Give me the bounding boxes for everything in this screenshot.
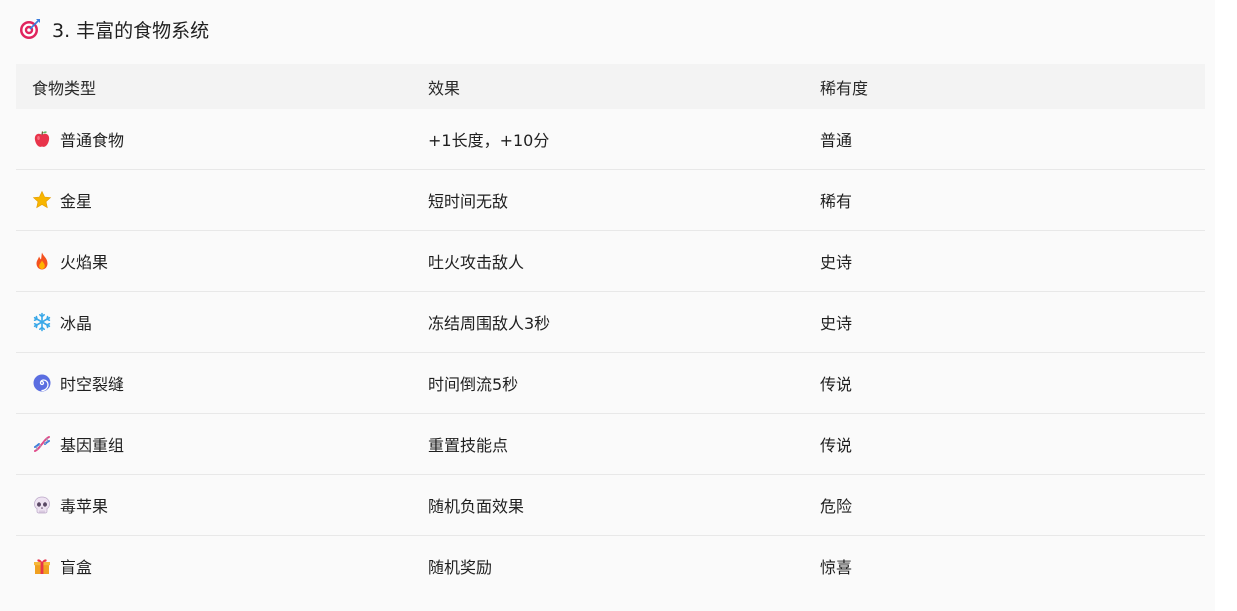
food-name: 金星 xyxy=(60,192,93,211)
food-table: 食物类型 效果 稀有度 普通食物 +1长度，+10分 普通 金星 短时间无敌 稀… xyxy=(16,64,1205,596)
food-type-cell: 盲盒 xyxy=(16,554,412,578)
gift-icon xyxy=(32,556,52,576)
food-type-cell: 金星 xyxy=(16,188,412,212)
dna-icon xyxy=(32,434,52,454)
food-name: 毒苹果 xyxy=(60,497,109,516)
effect-cell: 随机奖励 xyxy=(428,558,493,577)
table-row: 基因重组 重置技能点 传说 xyxy=(16,414,1205,475)
effect-cell: 吐火攻击敌人 xyxy=(428,253,525,272)
food-name: 基因重组 xyxy=(60,436,125,455)
food-type-cell: 冰晶 xyxy=(16,310,412,334)
table-row: 毒苹果 随机负面效果 危险 xyxy=(16,475,1205,536)
page-margin xyxy=(1215,0,1237,611)
header-effect: 效果 xyxy=(428,78,461,98)
food-type-cell: 毒苹果 xyxy=(16,493,412,517)
cyclone-icon xyxy=(32,373,52,393)
snowflake-icon xyxy=(32,312,52,332)
header-rarity: 稀有度 xyxy=(820,78,869,98)
table-row: 冰晶 冻结周围敌人3秒 史诗 xyxy=(16,292,1205,353)
table-row: 盲盒 随机奖励 惊喜 xyxy=(16,536,1205,596)
rarity-cell: 传说 xyxy=(820,436,853,455)
food-name: 普通食物 xyxy=(60,131,125,150)
fire-icon xyxy=(32,251,52,271)
rarity-cell: 史诗 xyxy=(820,253,853,272)
apple-icon xyxy=(32,129,52,149)
target-icon xyxy=(19,18,41,40)
effect-cell: 短时间无敌 xyxy=(428,192,509,211)
effect-cell: +1长度，+10分 xyxy=(428,131,550,150)
table-row: 普通食物 +1长度，+10分 普通 xyxy=(16,109,1205,170)
rarity-cell: 稀有 xyxy=(820,192,853,211)
effect-cell: 冻结周围敌人3秒 xyxy=(428,314,551,333)
effect-cell: 重置技能点 xyxy=(428,436,509,455)
table-row: 时空裂缝 时间倒流5秒 传说 xyxy=(16,353,1205,414)
food-type-cell: 火焰果 xyxy=(16,249,412,273)
food-type-cell: 普通食物 xyxy=(16,127,412,151)
table-header: 食物类型 效果 稀有度 xyxy=(16,64,1205,109)
food-type-cell: 基因重组 xyxy=(16,432,412,456)
rarity-cell: 普通 xyxy=(820,131,853,150)
rarity-cell: 史诗 xyxy=(820,314,853,333)
food-name: 火焰果 xyxy=(60,253,109,272)
food-name: 盲盒 xyxy=(60,558,93,577)
rarity-cell: 传说 xyxy=(820,375,853,394)
section-heading: 3. 丰富的食物系统 xyxy=(19,16,209,42)
skull-icon xyxy=(32,495,52,515)
food-type-cell: 时空裂缝 xyxy=(16,371,412,395)
table-row: 火焰果 吐火攻击敌人 史诗 xyxy=(16,231,1205,292)
section-title: 3. 丰富的食物系统 xyxy=(52,19,210,42)
food-name: 冰晶 xyxy=(60,314,93,333)
food-name: 时空裂缝 xyxy=(60,375,125,394)
table-row: 金星 短时间无敌 稀有 xyxy=(16,170,1205,231)
rarity-cell: 危险 xyxy=(820,497,853,516)
effect-cell: 随机负面效果 xyxy=(428,497,525,516)
star-icon xyxy=(32,190,52,210)
header-food-type: 食物类型 xyxy=(32,78,97,98)
rarity-cell: 惊喜 xyxy=(820,558,853,577)
effect-cell: 时间倒流5秒 xyxy=(428,375,519,394)
